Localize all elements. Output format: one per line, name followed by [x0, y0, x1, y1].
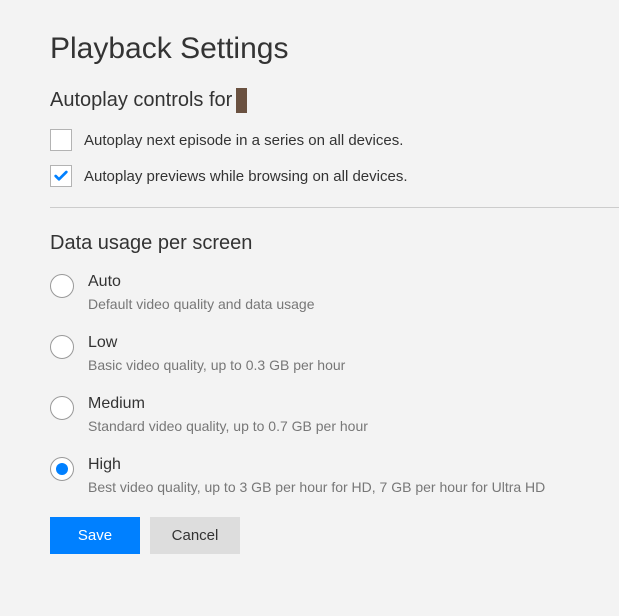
autoplay-previews-label: Autoplay previews while browsing on all …	[84, 168, 408, 185]
autoplay-next-episode-checkbox[interactable]: Autoplay next episode in a series on all…	[50, 129, 619, 151]
checkmark-icon	[53, 168, 69, 184]
radio-label: Medium	[88, 395, 368, 413]
data-usage-option-low[interactable]: Low Basic video quality, up to 0.3 GB pe…	[50, 334, 619, 373]
data-usage-heading: Data usage per screen	[50, 232, 619, 255]
autoplay-heading: Autoplay controls for	[50, 88, 619, 113]
page-title: Playback Settings	[50, 32, 619, 66]
profile-chip	[236, 88, 247, 113]
autoplay-previews-checkbox[interactable]: Autoplay previews while browsing on all …	[50, 165, 619, 187]
autoplay-heading-text: Autoplay controls for	[50, 89, 232, 112]
radio-label: High	[88, 456, 545, 474]
radio-desc: Basic video quality, up to 0.3 GB per ho…	[88, 357, 345, 373]
radio-selected-dot	[56, 463, 68, 475]
radio-desc: Best video quality, up to 3 GB per hour …	[88, 479, 545, 495]
checkbox-icon	[50, 129, 72, 151]
data-usage-option-medium[interactable]: Medium Standard video quality, up to 0.7…	[50, 395, 619, 434]
save-button[interactable]: Save	[50, 517, 140, 554]
data-usage-option-auto[interactable]: Auto Default video quality and data usag…	[50, 273, 619, 312]
radio-icon	[50, 335, 74, 359]
radio-icon	[50, 274, 74, 298]
radio-desc: Default video quality and data usage	[88, 296, 315, 312]
autoplay-next-episode-label: Autoplay next episode in a series on all…	[84, 132, 403, 149]
cancel-button[interactable]: Cancel	[150, 517, 240, 554]
checkbox-icon	[50, 165, 72, 187]
data-usage-radio-group: Auto Default video quality and data usag…	[50, 273, 619, 495]
radio-icon	[50, 457, 74, 481]
data-usage-option-high[interactable]: High Best video quality, up to 3 GB per …	[50, 456, 619, 495]
button-row: Save Cancel	[50, 517, 619, 554]
radio-icon	[50, 396, 74, 420]
radio-label: Auto	[88, 273, 315, 291]
section-divider	[50, 207, 619, 208]
radio-label: Low	[88, 334, 345, 352]
radio-desc: Standard video quality, up to 0.7 GB per…	[88, 418, 368, 434]
